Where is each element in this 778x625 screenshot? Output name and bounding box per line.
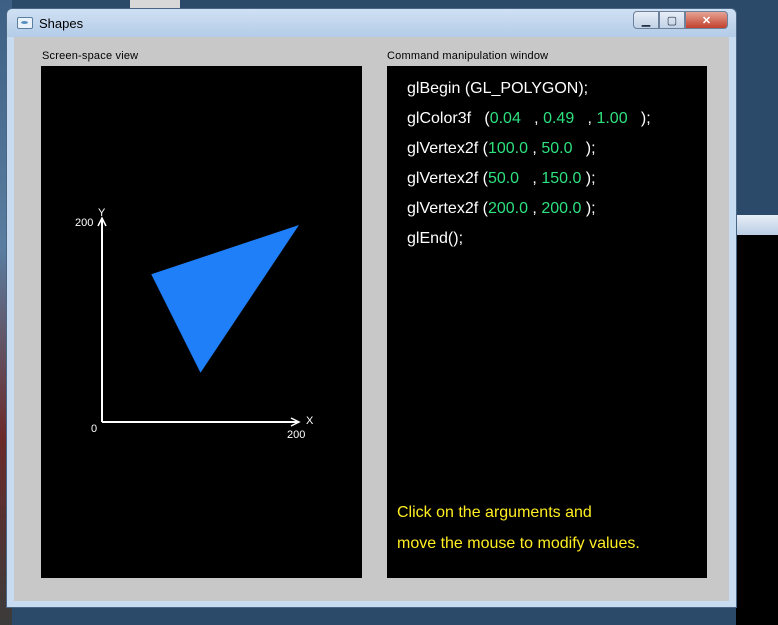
glvertex-fn-3: glVertex2f (407, 200, 479, 217)
command-window-panel: glBegin (GL_POLYGON); glColor3f (0.04 , … (387, 66, 707, 578)
app-icon (17, 17, 33, 29)
vertex1-arg-x[interactable]: 100.0 (488, 140, 528, 157)
command-window-label: Command manipulation window (387, 50, 549, 62)
x-axis-label: X (306, 415, 314, 427)
minimize-button[interactable]: ▁ (633, 11, 659, 29)
y-axis-label: Y (98, 207, 106, 219)
y-max-tick: 200 (75, 217, 93, 229)
glcolor-fn: glColor3f (407, 110, 472, 127)
origin-tick: 0 (91, 423, 97, 435)
glbegin-line: glBegin (GL_POLYGON); (407, 80, 588, 98)
vertex2-arg-y[interactable]: 150.0 (541, 170, 581, 187)
desktop-background-window-bar (736, 215, 778, 235)
vertex3-arg-x[interactable]: 200.0 (488, 200, 528, 217)
glvertex-line-2: glVertex2f (50.0 , 150.0 ); (407, 170, 596, 187)
vertex3-arg-y[interactable]: 200.0 (541, 200, 581, 217)
window-client-area: Screen-space view Y 200 0 X 200 Command … (14, 37, 729, 601)
glcolor-line: glColor3f (0.04 , 0.49 , 1.00 ); (407, 110, 651, 127)
close-button[interactable]: ✕ (685, 11, 728, 29)
color-arg-r[interactable]: 0.04 (490, 110, 521, 127)
hint-line-1: Click on the arguments and (397, 504, 592, 521)
glvertex-line-1: glVertex2f (100.0 , 50.0 ); (407, 140, 596, 157)
maximize-button[interactable]: ▢ (659, 11, 685, 29)
blue-triangle (151, 225, 299, 373)
window-title: Shapes (39, 16, 84, 31)
screen-space-view-panel[interactable]: Y 200 0 X 200 (41, 66, 362, 578)
x-max-tick: 200 (287, 429, 305, 441)
hint-line-2: move the mouse to modify values. (397, 535, 640, 552)
color-arg-g[interactable]: 0.49 (543, 110, 574, 127)
screen-space-view-label: Screen-space view (42, 50, 139, 62)
glend-line: glEnd(); (407, 230, 463, 248)
window-controls: ▁ ▢ ✕ (633, 11, 728, 29)
color-arg-b[interactable]: 1.00 (596, 110, 627, 127)
vertex1-arg-y[interactable]: 50.0 (541, 140, 572, 157)
shapes-window: Shapes ▁ ▢ ✕ Screen-space view Y 200 0 X… (6, 8, 737, 608)
vertex2-arg-x[interactable]: 50.0 (488, 170, 519, 187)
desktop-background-window (736, 235, 778, 625)
glvertex-line-3: glVertex2f (200.0 , 200.0 ); (407, 200, 596, 217)
glend-text: glEnd(); (407, 230, 464, 247)
title-bar[interactable]: Shapes ▁ ▢ ✕ (7, 9, 736, 37)
glvertex-fn-2: glVertex2f (407, 170, 479, 187)
glbegin-text: glBegin (GL_POLYGON); (407, 80, 589, 97)
glvertex-fn-1: glVertex2f (407, 140, 479, 157)
screen-space-canvas: Y 200 0 X 200 (75, 207, 314, 441)
